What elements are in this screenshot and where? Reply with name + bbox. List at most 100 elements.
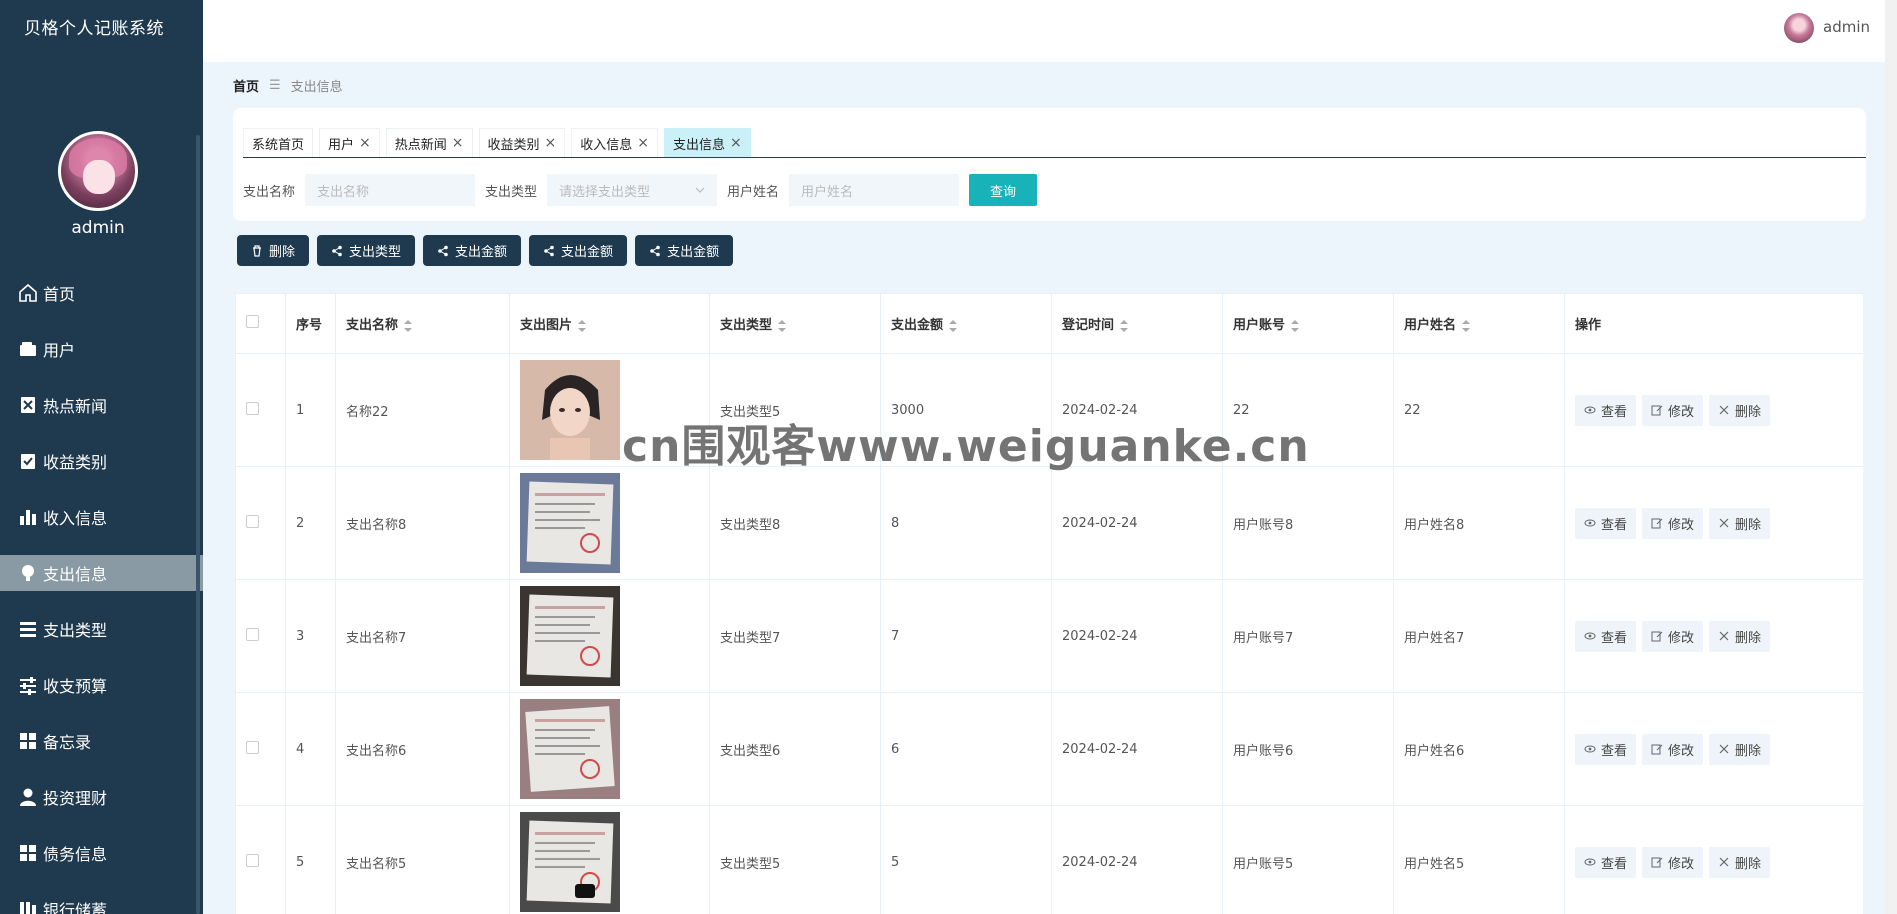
sidebar-item[interactable]: 用户 (0, 321, 203, 377)
close-icon[interactable]: × (730, 135, 742, 151)
expense-image[interactable] (520, 586, 620, 686)
sort-icon[interactable] (778, 319, 787, 332)
tab-label: 系统首页 (252, 137, 305, 153)
edit-button[interactable]: 修改 (1642, 620, 1704, 652)
sidebar-item[interactable]: 收益类别 (0, 433, 203, 489)
batch-delete-button[interactable]: 删除 (237, 235, 310, 266)
sidebar-item-label: 备忘录 (43, 733, 92, 752)
select-all-checkbox[interactable] (246, 315, 259, 328)
delete-button[interactable]: 删除 (1709, 394, 1771, 426)
table-row[interactable]: 3 支出名称7 支出类型7 7 2024-02-24 用户账号7 用户姓名7 查看 修改 删除 (235, 579, 1863, 693)
view-button[interactable]: 查看 (1575, 733, 1637, 765)
cell-image (509, 466, 710, 580)
stats-button[interactable]: 支出金额 (423, 235, 522, 266)
edit-button[interactable]: 修改 (1642, 846, 1704, 878)
column-header[interactable]: 支出类型 (709, 293, 881, 354)
tab[interactable]: 收入信息 × (571, 128, 659, 157)
view-button[interactable]: 查看 (1575, 507, 1637, 539)
table-row[interactable]: 4 支出名称6 支出类型6 6 2024-02-24 用户账号6 用户姓名6 查看 修改 删除 (235, 692, 1863, 806)
header-username[interactable]: admin (1823, 18, 1870, 36)
avatar[interactable] (1784, 13, 1814, 43)
search-button[interactable]: 查询 (969, 174, 1038, 206)
row-checkbox[interactable] (246, 853, 259, 867)
column-header[interactable]: 用户账号 (1222, 293, 1394, 354)
sidebar-item[interactable]: 银行储蓄 (0, 881, 203, 914)
sidebar-item[interactable]: 备忘录 (0, 713, 203, 769)
table-row[interactable]: 5 支出名称5 支出类型5 5 2024-02-24 用户账号5 用户姓名5 查看 修改 删除 (235, 805, 1863, 914)
close-icon[interactable]: × (545, 135, 557, 151)
expense-image[interactable] (520, 812, 620, 912)
sidebar-item[interactable]: 支出信息 (0, 555, 203, 591)
close-icon (1719, 857, 1729, 867)
button-label: 删除 (1735, 743, 1762, 759)
delete-button[interactable]: 删除 (1709, 846, 1771, 878)
sidebar-item[interactable]: 支出类型 (0, 601, 203, 657)
sidebar-item[interactable]: 投资理财 (0, 769, 203, 825)
tab[interactable]: 系统首页 (243, 128, 314, 157)
sort-icon[interactable] (949, 319, 958, 332)
sidebar-item[interactable]: 收支预算 (0, 657, 203, 713)
view-button[interactable]: 查看 (1575, 620, 1637, 652)
cell-type: 支出类型6 (709, 692, 881, 806)
sidebar-menu: 首页 用户热点新闻收益类别 收入信息支出信息支出类型 收支预算备忘录投资理财债务信息银… (0, 265, 203, 914)
sidebar-item[interactable]: 热点新闻 (0, 377, 203, 433)
page-scrollbar[interactable] (1885, 0, 1897, 914)
column-header[interactable]: 支出图片 (509, 293, 710, 354)
sidebar-item-label: 支出信息 (43, 565, 108, 584)
edit-button[interactable]: 修改 (1642, 733, 1704, 765)
column-header[interactable]: 登记时间 (1051, 293, 1223, 354)
avatar[interactable] (58, 131, 138, 211)
breadcrumb-current: 支出信息 (290, 80, 343, 95)
tab[interactable]: 热点新闻 × (385, 128, 473, 157)
delete-button[interactable]: 删除 (1709, 620, 1771, 652)
sidebar-scrollbar[interactable] (196, 135, 200, 914)
close-icon[interactable]: × (359, 135, 371, 151)
sidebar-item-label: 热点新闻 (43, 397, 108, 416)
table-row[interactable]: 2 支出名称8 支出类型8 8 2024-02-24 用户账号8 用户姓名8 查看 修改 删除 (235, 466, 1863, 580)
stats-button[interactable]: 支出金额 (635, 235, 734, 266)
sidebar-item[interactable]: 收入信息 (0, 489, 203, 545)
close-icon[interactable]: × (637, 135, 649, 151)
type-filter-select[interactable]: 请选择支出类型 (547, 174, 718, 206)
sort-icon[interactable] (1291, 319, 1300, 332)
row-checkbox[interactable] (246, 401, 259, 415)
app-title: 贝格个人记账系统 (24, 19, 164, 39)
stats-button[interactable]: 支出金额 (529, 235, 628, 266)
view-button[interactable]: 查看 (1575, 846, 1637, 878)
row-checkbox[interactable] (246, 627, 259, 641)
sort-icon[interactable] (1120, 319, 1129, 332)
sort-icon[interactable] (404, 319, 413, 332)
sidebar-item[interactable]: 首页 (0, 265, 203, 321)
user-filter-input[interactable]: 用户姓名 (789, 174, 960, 206)
cell-amount: 6 (880, 692, 1052, 806)
column-header-label: 登记时间 (1062, 318, 1115, 333)
column-header[interactable]: 用户姓名 (1393, 293, 1565, 354)
tab-label: 热点新闻 (394, 137, 447, 153)
name-filter-input[interactable]: 支出名称 (305, 174, 476, 206)
column-header[interactable]: 支出名称 (335, 293, 510, 354)
sort-icon[interactable] (578, 319, 587, 332)
expense-image[interactable] (520, 360, 620, 460)
close-icon[interactable]: × (452, 135, 464, 151)
tab[interactable]: 收益类别 × (478, 128, 566, 157)
sort-icon[interactable] (1462, 319, 1471, 332)
tab[interactable]: 支出信息 × (664, 128, 751, 157)
column-header[interactable]: 支出金额 (880, 293, 1052, 354)
tab[interactable]: 用户 × (319, 128, 380, 157)
row-checkbox[interactable] (246, 740, 259, 754)
edit-button[interactable]: 修改 (1642, 394, 1704, 426)
breadcrumb-home[interactable]: 首页 (233, 76, 259, 95)
expense-image[interactable] (520, 699, 620, 799)
view-button[interactable]: 查看 (1575, 394, 1637, 426)
expense-image[interactable] (520, 473, 620, 573)
sidebar-item[interactable]: 债务信息 (0, 825, 203, 881)
delete-button[interactable]: 删除 (1709, 733, 1771, 765)
delete-button[interactable]: 删除 (1709, 507, 1771, 539)
sidebar-item-label: 债务信息 (43, 845, 108, 864)
edit-button[interactable]: 修改 (1642, 507, 1704, 539)
stats-button[interactable]: 支出类型 (317, 235, 416, 266)
cell-account: 用户账号6 (1222, 692, 1394, 806)
close-icon (1719, 744, 1729, 754)
name-filter-label: 支出名称 (243, 184, 296, 200)
row-checkbox[interactable] (246, 514, 259, 528)
